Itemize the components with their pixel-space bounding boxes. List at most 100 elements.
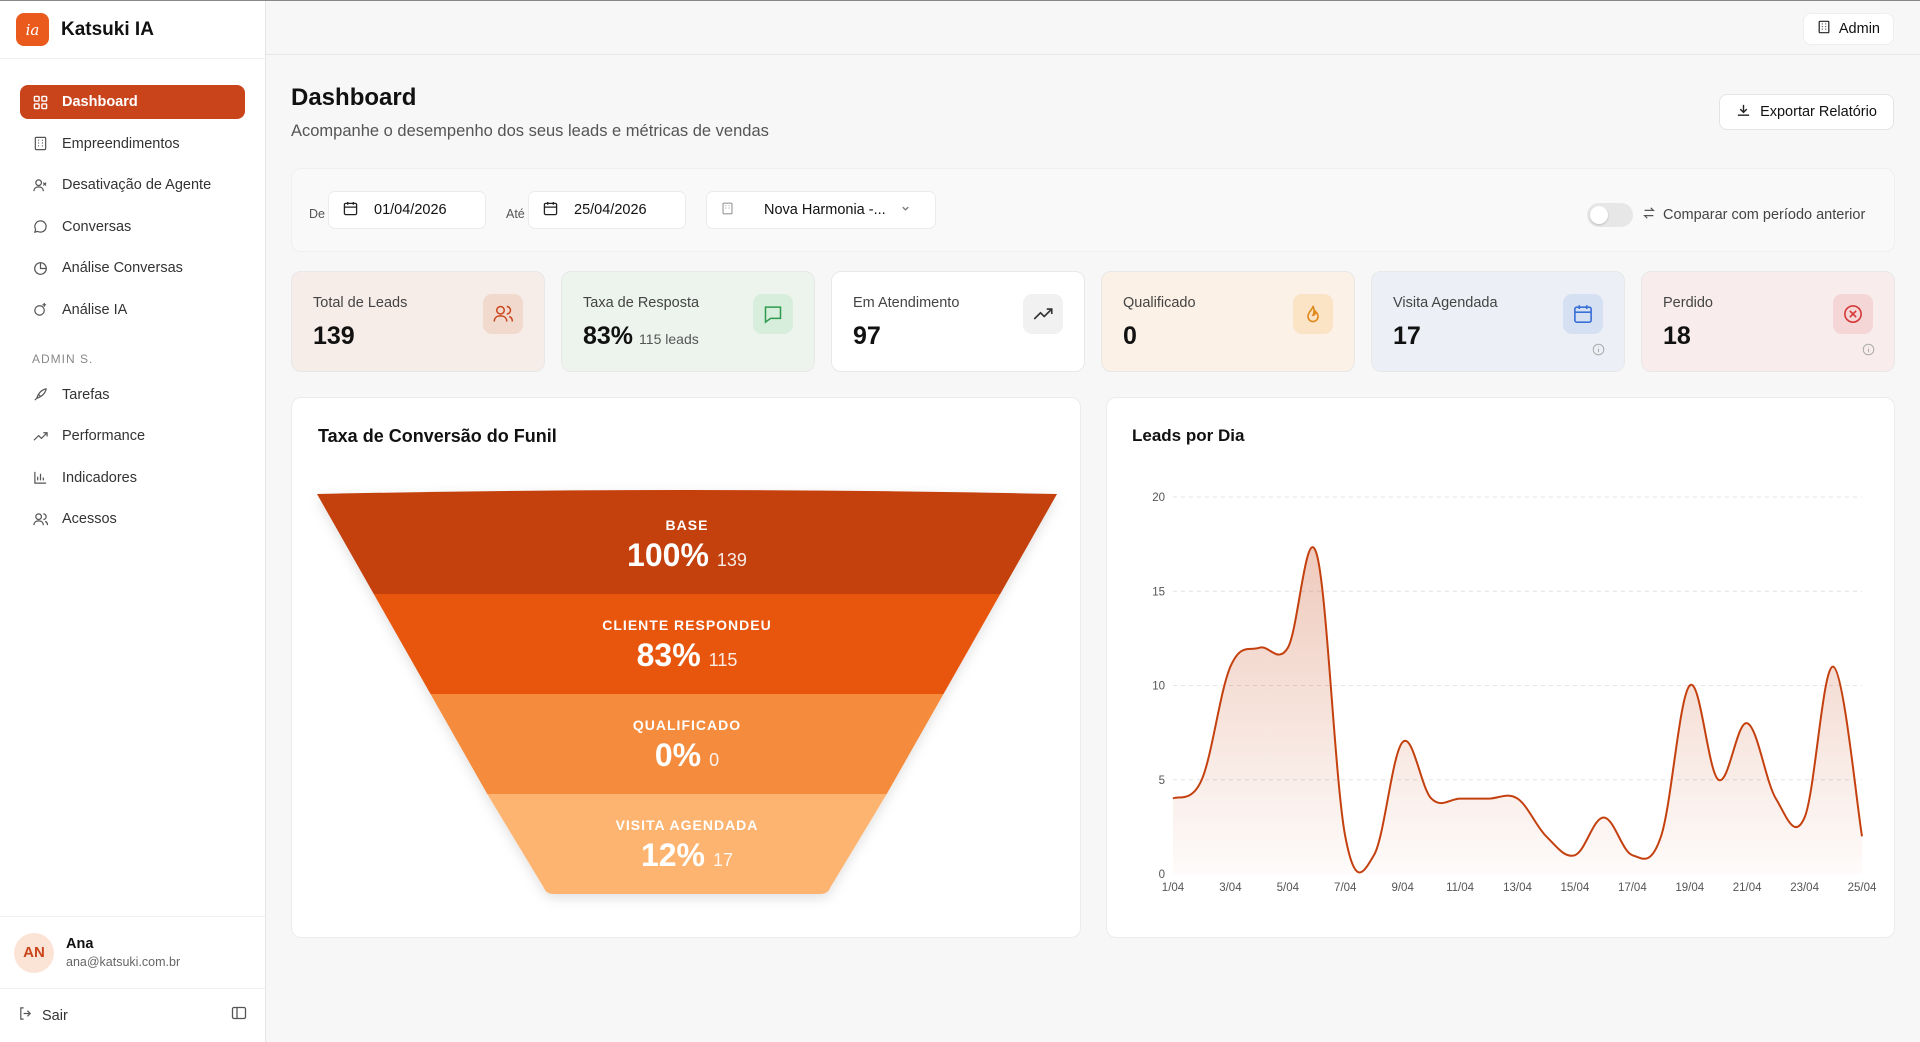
top-header: Admin [266, 1, 1920, 55]
data-point[interactable] [1598, 811, 1610, 823]
info-icon[interactable] [1592, 343, 1605, 361]
date-from-input[interactable]: 01/04/2026 [328, 191, 486, 229]
metric-card-qualified[interactable]: Qualificado 0 [1101, 271, 1355, 372]
data-point[interactable] [1339, 830, 1351, 842]
sidebar-item-desativacao-agente[interactable]: Desativação de Agente [20, 168, 245, 202]
metric-value-number: 17 [1393, 322, 1421, 350]
funnel-stage-count: 115 [709, 650, 738, 670]
x-tick-label: 23/04 [1790, 882, 1819, 894]
sidebar-toggle-icon[interactable] [231, 1005, 247, 1026]
rocket-icon [32, 387, 48, 403]
data-point[interactable] [1569, 849, 1581, 861]
metric-label: Em Atendimento [853, 295, 960, 311]
data-point[interactable] [1196, 774, 1208, 786]
sidebar-item-dashboard[interactable]: Dashboard [20, 85, 245, 119]
compare-toggle[interactable] [1587, 203, 1633, 227]
sidebar-item-empreendimentos[interactable]: Empreendimentos [20, 127, 245, 161]
data-point[interactable] [1741, 717, 1753, 729]
funnel-stage-label: QUALIFICADO [633, 717, 741, 733]
data-point[interactable] [1626, 849, 1638, 861]
metric-value: 18 [1663, 322, 1691, 351]
calendar-icon [343, 201, 358, 220]
logout-button[interactable]: Sair [18, 1006, 68, 1025]
metric-card-response-rate[interactable]: Taxa de Resposta 83% 115 leads [561, 271, 815, 372]
data-point[interactable] [1712, 774, 1724, 786]
data-point[interactable] [1827, 661, 1839, 673]
data-point[interactable] [1368, 849, 1380, 861]
funnel-stage-percent: 100% [627, 537, 709, 573]
sidebar-item-label: Desativação de Agente [62, 177, 212, 193]
info-icon[interactable] [1862, 343, 1875, 361]
sidebar-item-tarefas[interactable]: Tarefas [20, 378, 245, 412]
date-to-input[interactable]: 25/04/2026 [528, 191, 686, 229]
sidebar-footer: Sair [0, 988, 265, 1042]
admin-section-label: ADMIN S. [32, 351, 94, 366]
metric-card-scheduled-visit[interactable]: Visita Agendada 17 [1371, 271, 1625, 372]
data-point[interactable] [1425, 793, 1437, 805]
x-tick-label: 7/04 [1334, 882, 1357, 894]
metric-value-number: 18 [1663, 322, 1691, 350]
funnel-title: Taxa de Conversão do Funil [318, 426, 557, 446]
avatar: AN [14, 932, 54, 973]
page-title: Dashboard [291, 84, 417, 111]
y-tick-label: 15 [1152, 586, 1165, 598]
sidebar-item-indicadores[interactable]: Indicadores [20, 461, 245, 495]
metric-card-in-service[interactable]: Em Atendimento 97 [831, 271, 1085, 372]
data-point[interactable] [1799, 811, 1811, 823]
x-tick-label: 25/04 [1848, 882, 1877, 894]
sidebar-item-analise-conversas[interactable]: Análise Conversas [20, 251, 245, 285]
data-point[interactable] [1512, 793, 1524, 805]
data-point[interactable] [1311, 548, 1323, 560]
sidebar-item-label: Conversas [62, 218, 132, 235]
admin-label: Admin [1838, 21, 1880, 37]
x-tick-label: 13/04 [1503, 882, 1532, 894]
admin-button[interactable]: Admin [1802, 13, 1894, 45]
data-point[interactable] [1224, 661, 1236, 673]
data-point[interactable] [1684, 680, 1696, 692]
data-point[interactable] [1167, 793, 1179, 805]
metric-value-number: 97 [853, 322, 881, 350]
sidebar-item-acessos[interactable]: Acessos [20, 502, 245, 536]
user-profile[interactable]: AN Ana ana@katsuki.com.br [0, 916, 265, 988]
compare-option[interactable]: Comparar com período anterior [1642, 206, 1865, 224]
export-report-button[interactable]: Exportar Relatório [1719, 94, 1894, 130]
x-tick-label: 19/04 [1675, 882, 1704, 894]
data-point[interactable] [1540, 830, 1552, 842]
data-point[interactable] [1770, 793, 1782, 805]
sidebar-item-label: Indicadores [62, 469, 137, 486]
funnel-stage-count: 17 [713, 850, 733, 870]
metric-value-number: 139 [313, 322, 355, 350]
metric-sub: 115 leads [639, 331, 699, 347]
x-circle-icon [1833, 294, 1873, 334]
user-info: Ana ana@katsuki.com.br [66, 936, 180, 969]
data-point[interactable] [1397, 736, 1409, 748]
data-point[interactable] [1253, 642, 1265, 654]
x-tick-label: 21/04 [1733, 882, 1762, 894]
project-select[interactable]: Nova Harmonia -... [706, 191, 936, 229]
flame-icon [1293, 294, 1333, 334]
date-from-label: De [309, 207, 325, 221]
sidebar-item-label: Análise Conversas [62, 260, 183, 276]
funnel-stage-count: 0 [709, 750, 719, 770]
user-name: Ana [66, 936, 94, 952]
building-icon [721, 202, 734, 219]
data-point[interactable] [1454, 793, 1466, 805]
users-icon [32, 511, 48, 527]
sidebar: ia Katsuki IA Dashboard Empreendimentos … [0, 1, 266, 1042]
sidebar-item-analise-ia[interactable]: Análise IA [20, 293, 245, 327]
trend-icon [32, 428, 48, 444]
data-point[interactable] [1655, 830, 1667, 842]
sidebar-nav: Dashboard Empreendimentos Desativação de… [0, 59, 265, 536]
grid-icon [32, 94, 48, 110]
metric-card-lost[interactable]: Perdido 18 [1641, 271, 1895, 372]
filter-bar: De 01/04/2026 Até 25/04/2026 Nova Harmon… [291, 168, 1895, 252]
x-tick-label: 11/04 [1446, 882, 1475, 894]
sidebar-item-conversas[interactable]: Conversas [20, 210, 245, 244]
chevron-down-icon [900, 202, 911, 218]
data-point[interactable] [1282, 642, 1294, 654]
data-point[interactable] [1856, 830, 1868, 842]
data-point[interactable] [1483, 793, 1495, 805]
x-tick-label: 1/04 [1162, 882, 1185, 894]
sidebar-item-performance[interactable]: Performance [20, 419, 245, 453]
metric-card-total-leads[interactable]: Total de Leads 139 [291, 271, 545, 372]
